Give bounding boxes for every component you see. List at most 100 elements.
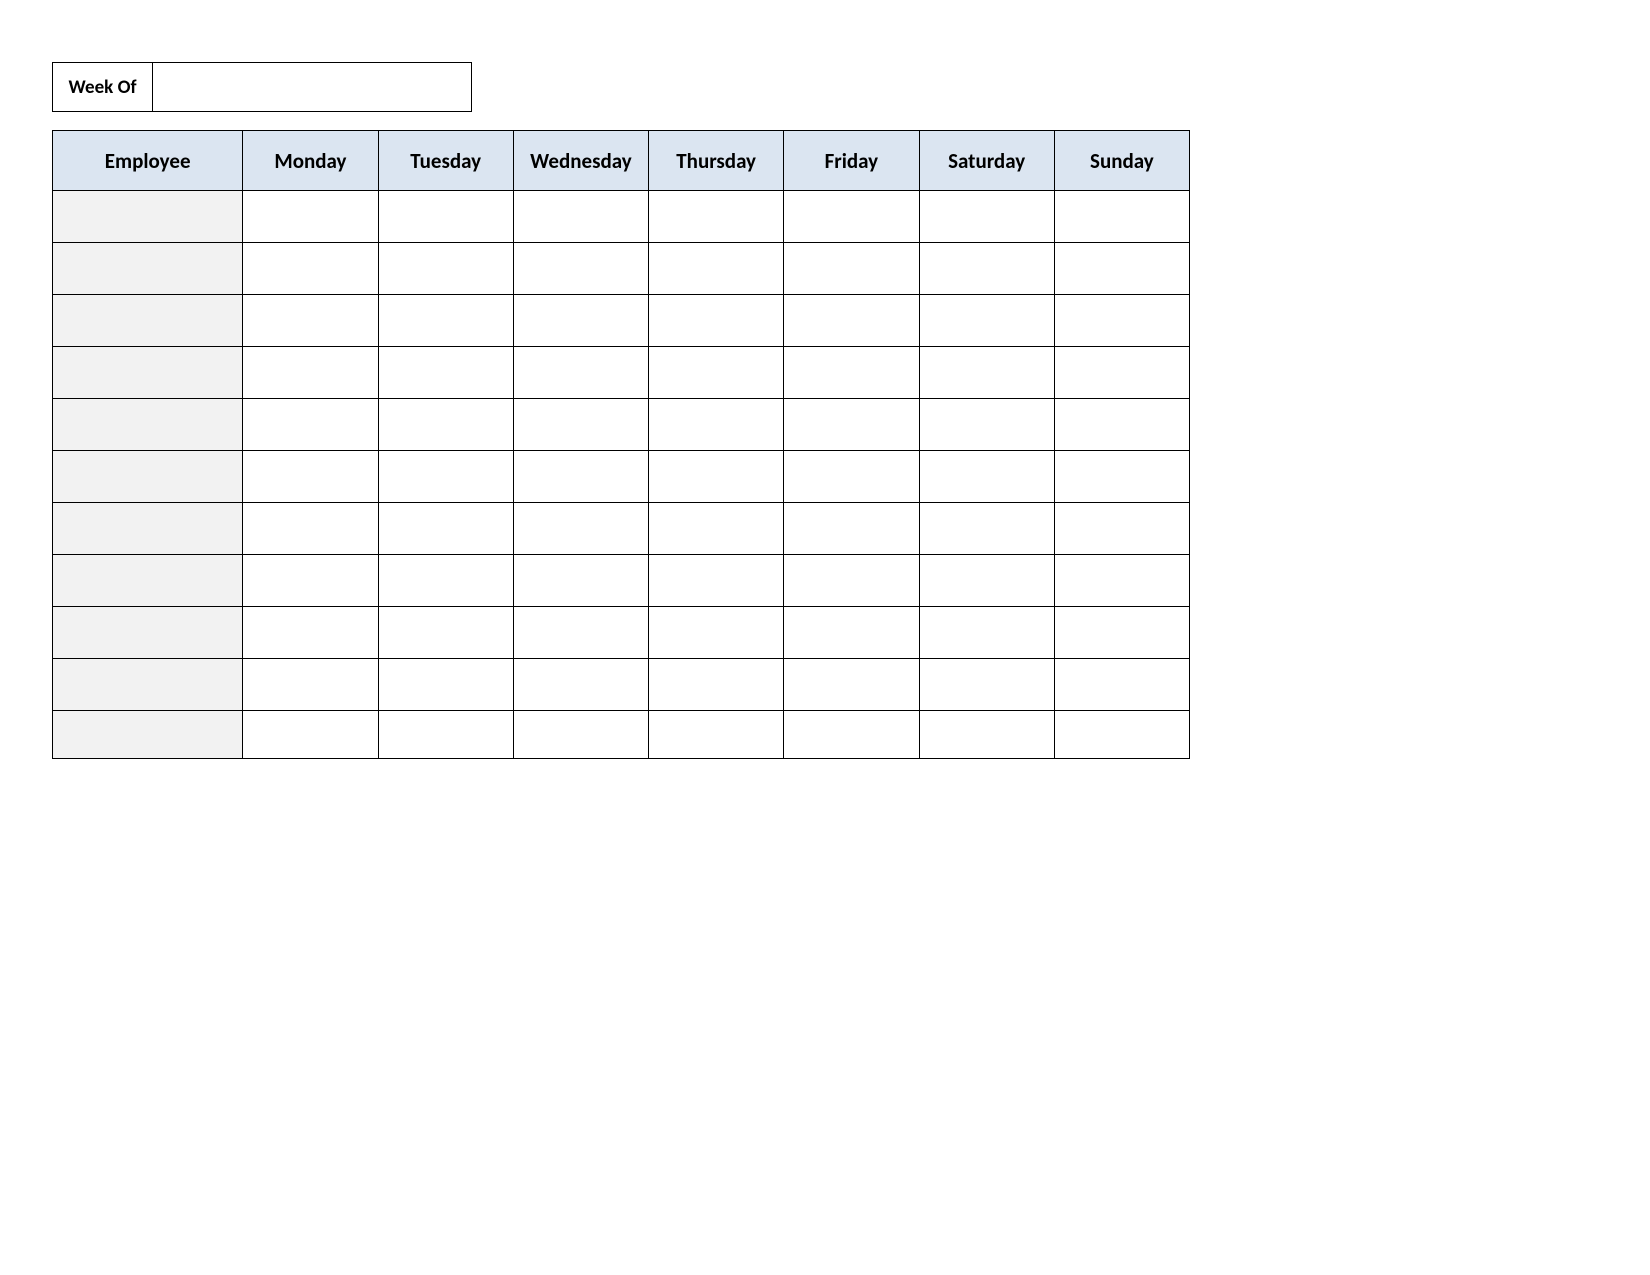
day-cell[interactable] [378, 451, 513, 503]
table-row [53, 607, 1190, 659]
employee-cell[interactable] [53, 191, 243, 243]
day-cell[interactable] [649, 191, 784, 243]
day-cell[interactable] [378, 347, 513, 399]
day-cell[interactable] [784, 659, 919, 711]
day-cell[interactable] [919, 347, 1054, 399]
day-cell[interactable] [378, 659, 513, 711]
day-cell[interactable] [378, 399, 513, 451]
day-cell[interactable] [513, 243, 648, 295]
day-cell[interactable] [1054, 295, 1189, 347]
day-cell[interactable] [243, 711, 378, 759]
employee-cell[interactable] [53, 659, 243, 711]
day-cell[interactable] [919, 555, 1054, 607]
day-cell[interactable] [649, 711, 784, 759]
employee-cell[interactable] [53, 711, 243, 759]
day-cell[interactable] [243, 451, 378, 503]
day-cell[interactable] [378, 191, 513, 243]
day-cell[interactable] [513, 451, 648, 503]
day-cell[interactable] [919, 711, 1054, 759]
day-cell[interactable] [513, 503, 648, 555]
employee-cell[interactable] [53, 503, 243, 555]
day-cell[interactable] [649, 399, 784, 451]
day-cell[interactable] [243, 347, 378, 399]
day-cell[interactable] [919, 295, 1054, 347]
day-cell[interactable] [378, 711, 513, 759]
col-header-saturday: Saturday [919, 131, 1054, 191]
day-cell[interactable] [1054, 503, 1189, 555]
day-cell[interactable] [919, 607, 1054, 659]
day-cell[interactable] [1054, 399, 1189, 451]
day-cell[interactable] [378, 607, 513, 659]
day-cell[interactable] [243, 555, 378, 607]
employee-cell[interactable] [53, 555, 243, 607]
employee-cell[interactable] [53, 451, 243, 503]
day-cell[interactable] [649, 347, 784, 399]
employee-cell[interactable] [53, 243, 243, 295]
day-cell[interactable] [649, 295, 784, 347]
day-cell[interactable] [378, 243, 513, 295]
day-cell[interactable] [513, 191, 648, 243]
day-cell[interactable] [513, 711, 648, 759]
day-cell[interactable] [649, 607, 784, 659]
day-cell[interactable] [243, 607, 378, 659]
employee-cell[interactable] [53, 295, 243, 347]
day-cell[interactable] [784, 711, 919, 759]
day-cell[interactable] [513, 607, 648, 659]
day-cell[interactable] [1054, 451, 1189, 503]
day-cell[interactable] [243, 503, 378, 555]
day-cell[interactable] [378, 555, 513, 607]
day-cell[interactable] [1054, 243, 1189, 295]
day-cell[interactable] [649, 243, 784, 295]
employee-cell[interactable] [53, 399, 243, 451]
day-cell[interactable] [784, 503, 919, 555]
day-cell[interactable] [513, 555, 648, 607]
day-cell[interactable] [649, 659, 784, 711]
col-header-sunday: Sunday [1054, 131, 1189, 191]
day-cell[interactable] [784, 191, 919, 243]
day-cell[interactable] [919, 503, 1054, 555]
day-cell[interactable] [513, 295, 648, 347]
day-cell[interactable] [243, 399, 378, 451]
day-cell[interactable] [784, 399, 919, 451]
schedule-document: Week Of Employee Monday Tuesday Wednesda… [0, 0, 1650, 759]
day-cell[interactable] [513, 399, 648, 451]
day-cell[interactable] [919, 399, 1054, 451]
day-cell[interactable] [1054, 607, 1189, 659]
day-cell[interactable] [919, 191, 1054, 243]
table-row [53, 295, 1190, 347]
day-cell[interactable] [784, 451, 919, 503]
day-cell[interactable] [919, 243, 1054, 295]
day-cell[interactable] [243, 659, 378, 711]
day-cell[interactable] [513, 659, 648, 711]
day-cell[interactable] [378, 503, 513, 555]
week-of-value[interactable] [153, 63, 471, 111]
day-cell[interactable] [1054, 347, 1189, 399]
table-row [53, 347, 1190, 399]
day-cell[interactable] [649, 451, 784, 503]
table-row [53, 659, 1190, 711]
day-cell[interactable] [784, 295, 919, 347]
day-cell[interactable] [784, 555, 919, 607]
day-cell[interactable] [1054, 191, 1189, 243]
col-header-wednesday: Wednesday [513, 131, 648, 191]
day-cell[interactable] [513, 347, 648, 399]
day-cell[interactable] [1054, 711, 1189, 759]
day-cell[interactable] [1054, 555, 1189, 607]
day-cell[interactable] [784, 347, 919, 399]
day-cell[interactable] [243, 243, 378, 295]
col-header-friday: Friday [784, 131, 919, 191]
day-cell[interactable] [243, 295, 378, 347]
employee-cell[interactable] [53, 607, 243, 659]
employee-cell[interactable] [53, 347, 243, 399]
day-cell[interactable] [919, 659, 1054, 711]
table-row [53, 399, 1190, 451]
day-cell[interactable] [649, 555, 784, 607]
day-cell[interactable] [919, 451, 1054, 503]
col-header-thursday: Thursday [649, 131, 784, 191]
day-cell[interactable] [649, 503, 784, 555]
day-cell[interactable] [243, 191, 378, 243]
day-cell[interactable] [378, 295, 513, 347]
day-cell[interactable] [784, 243, 919, 295]
day-cell[interactable] [1054, 659, 1189, 711]
day-cell[interactable] [784, 607, 919, 659]
